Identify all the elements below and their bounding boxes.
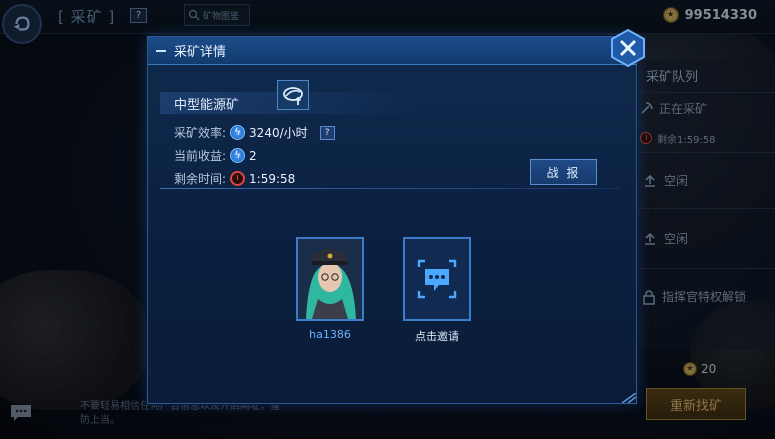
rate-value: 3240/小时 — [249, 126, 308, 140]
player-name: ha1386 — [309, 328, 351, 341]
time-value: 1:59:58 — [249, 171, 296, 186]
close-button[interactable] — [608, 28, 648, 68]
remaining-time-row: 剩余时间: 1:59:58 — [174, 170, 295, 187]
dialog-title: 采矿详情 — [174, 45, 227, 60]
lightning-icon: ϟ — [230, 148, 246, 163]
invite-label: 点击邀请 — [415, 330, 459, 343]
mining-rate-row: 采矿效率: ϟ 3240/小时 ? — [174, 124, 335, 141]
header-dash-icon — [156, 49, 166, 52]
energy-mine-icon — [283, 87, 303, 105]
rate-help-button[interactable]: ? — [319, 125, 335, 140]
battle-report-button[interactable]: 战 报 — [530, 159, 597, 185]
mine-type-button[interactable] — [277, 80, 309, 110]
divider — [160, 188, 620, 189]
income-row: 当前收益: ϟ 2 — [174, 147, 257, 164]
player-avatar-slot[interactable] — [296, 237, 364, 321]
corner-mark-icon — [622, 393, 636, 403]
clock-icon — [230, 171, 246, 186]
invite-slot-button[interactable] — [403, 237, 471, 321]
rate-label: 采矿效率: — [174, 126, 227, 140]
lightning-icon: ϟ — [230, 125, 246, 140]
commander-portrait — [298, 239, 362, 319]
time-label: 剩余时间: — [174, 172, 227, 186]
dialog-header: 采矿详情 — [148, 37, 636, 65]
income-label: 当前收益: — [174, 149, 227, 163]
invite-chat-icon — [417, 259, 457, 299]
mine-name: 中型能源矿 — [174, 98, 240, 113]
income-value: 2 — [249, 148, 257, 163]
